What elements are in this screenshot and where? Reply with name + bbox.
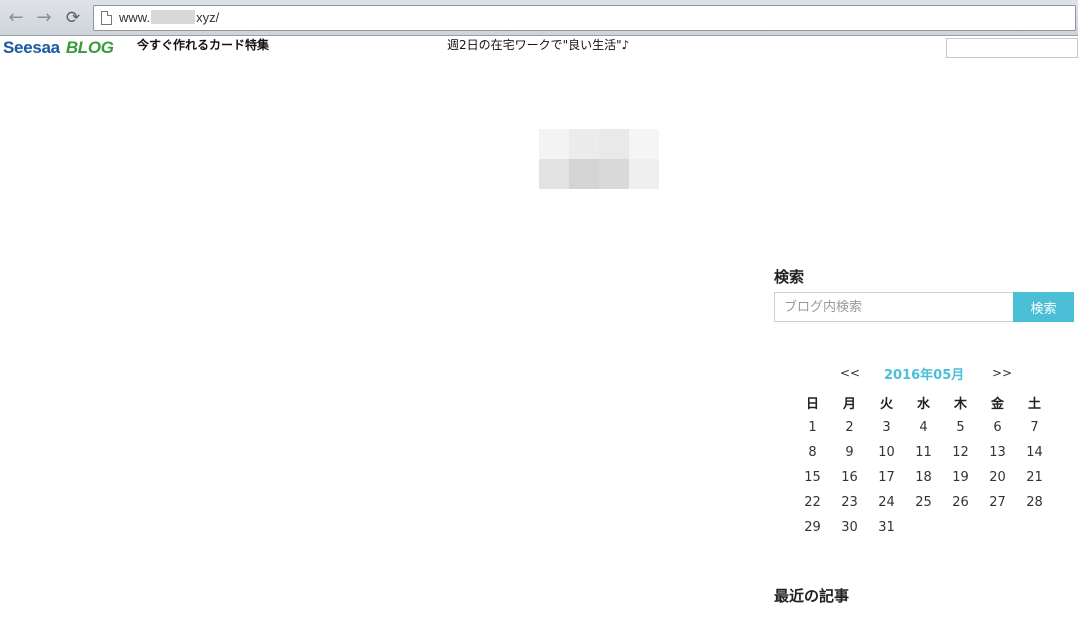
url-prefix: www.	[119, 10, 151, 25]
header-search-input[interactable]	[946, 38, 1078, 58]
site-header: Seesaa BLOG 今すぐ作れるカード特集 週2日の在宅ワークで"良い生活"♪	[0, 36, 1078, 62]
calendar-day: 2	[845, 420, 854, 435]
url-redacted-block	[151, 10, 196, 24]
mosaic-cell	[629, 129, 659, 159]
calendar-day: 30	[841, 520, 858, 535]
calendar-day: 18	[915, 470, 932, 485]
calendar-day: 9	[845, 445, 854, 460]
page-icon	[101, 11, 112, 25]
recent-articles-title: 最近の記事	[774, 587, 850, 605]
calendar-day: 21	[1026, 470, 1043, 485]
mosaic-cell	[599, 159, 629, 189]
header-link-home-work[interactable]: 週2日の在宅ワークで"良い生活"♪	[447, 36, 629, 53]
mosaic-cell	[569, 159, 599, 189]
calendar-day: 11	[915, 445, 932, 460]
address-bar[interactable]: www. xyz/	[93, 5, 1076, 31]
calendar-day: 29	[804, 520, 821, 535]
search-widget-title: 検索	[774, 268, 805, 286]
calendar-day: 19	[952, 470, 969, 485]
pixelated-image-placeholder	[539, 129, 659, 189]
weekday-fri: 金	[990, 397, 1004, 412]
calendar-day	[942, 515, 979, 540]
blog-search-input[interactable]	[774, 292, 1014, 322]
calendar-day: 10	[878, 445, 895, 460]
calendar-day: 24	[878, 495, 895, 510]
calendar-day: 15	[804, 470, 821, 485]
weekday-sun: 日	[805, 397, 819, 412]
calendar-day	[979, 515, 1016, 540]
calendar-week-row: 29 30 31	[794, 515, 1053, 540]
calendar-day: 25	[915, 495, 932, 510]
url-text: www. xyz/	[119, 10, 219, 25]
calendar-day: 23	[841, 495, 858, 510]
forward-arrow-icon[interactable]: →	[33, 7, 55, 29]
logo-blog-text: BLOG	[65, 38, 114, 57]
mosaic-cell	[599, 129, 629, 159]
calendar-day: 8	[808, 445, 817, 460]
weekday-mon: 月	[842, 397, 856, 412]
header-link-card-feature[interactable]: 今すぐ作れるカード特集	[137, 36, 269, 53]
calendar-day: 1	[808, 420, 817, 435]
calendar-day: 4	[919, 420, 928, 435]
calendar-prev-month-link[interactable]: <<	[840, 366, 860, 380]
calendar-day	[905, 515, 942, 540]
back-arrow-icon[interactable]: ←	[5, 7, 27, 29]
calendar-week-row: 8 9 10 11 12 13 14	[794, 440, 1053, 465]
reload-icon[interactable]: ⟳	[62, 7, 84, 29]
mosaic-cell	[539, 129, 569, 159]
search-widget: 検索	[774, 292, 1074, 322]
mosaic-cell	[569, 129, 599, 159]
weekday-thu: 木	[953, 397, 967, 412]
calendar-header: << 2016年05月 >>	[794, 362, 1074, 384]
mosaic-cell	[539, 159, 569, 189]
url-suffix: xyz/	[196, 10, 220, 25]
calendar-day: 13	[989, 445, 1006, 460]
calendar-day: 31	[878, 520, 895, 535]
calendar-day: 5	[956, 420, 965, 435]
calendar-day: 26	[952, 495, 969, 510]
calendar-day: 16	[841, 470, 858, 485]
browser-toolbar: ← → ⟳ www. xyz/	[0, 0, 1078, 36]
weekday-tue: 火	[879, 397, 893, 412]
calendar-day: 28	[1026, 495, 1043, 510]
seesaa-blog-logo[interactable]: Seesaa BLOG	[3, 38, 114, 58]
calendar-week-row: 22 23 24 25 26 27 28	[794, 490, 1053, 515]
weekday-sat: 土	[1027, 397, 1041, 412]
calendar-month-title[interactable]: 2016年05月	[884, 364, 964, 383]
logo-main-text: Seesaa	[3, 38, 60, 57]
calendar-day: 6	[993, 420, 1002, 435]
calendar-day: 3	[882, 420, 891, 435]
calendar-week-row: 1 2 3 4 5 6 7	[794, 415, 1053, 440]
calendar-week-row: 15 16 17 18 19 20 21	[794, 465, 1053, 490]
calendar-day: 22	[804, 495, 821, 510]
calendar-day: 27	[989, 495, 1006, 510]
search-button[interactable]: 検索	[1013, 292, 1074, 322]
calendar-day	[1016, 515, 1053, 540]
calendar-table: 日 月 火 水 木 金 土 1 2 3 4 5 6 7 8 9 10 11 12…	[794, 390, 1053, 540]
calendar-widget: << 2016年05月 >> 日 月 火 水 木 金 土 1 2 3 4 5 6…	[794, 362, 1074, 535]
calendar-next-month-link[interactable]: >>	[992, 366, 1012, 380]
mosaic-cell	[629, 159, 659, 189]
calendar-day: 20	[989, 470, 1006, 485]
calendar-weekday-row: 日 月 火 水 木 金 土	[794, 390, 1053, 415]
sidebar: 検索 検索 << 2016年05月 >> 日 月 火 水 木 金 土	[774, 266, 1074, 605]
calendar-day: 7	[1030, 420, 1039, 435]
weekday-wed: 水	[916, 397, 930, 412]
calendar-day: 12	[952, 445, 969, 460]
calendar-day: 14	[1026, 445, 1043, 460]
calendar-day: 17	[878, 470, 895, 485]
